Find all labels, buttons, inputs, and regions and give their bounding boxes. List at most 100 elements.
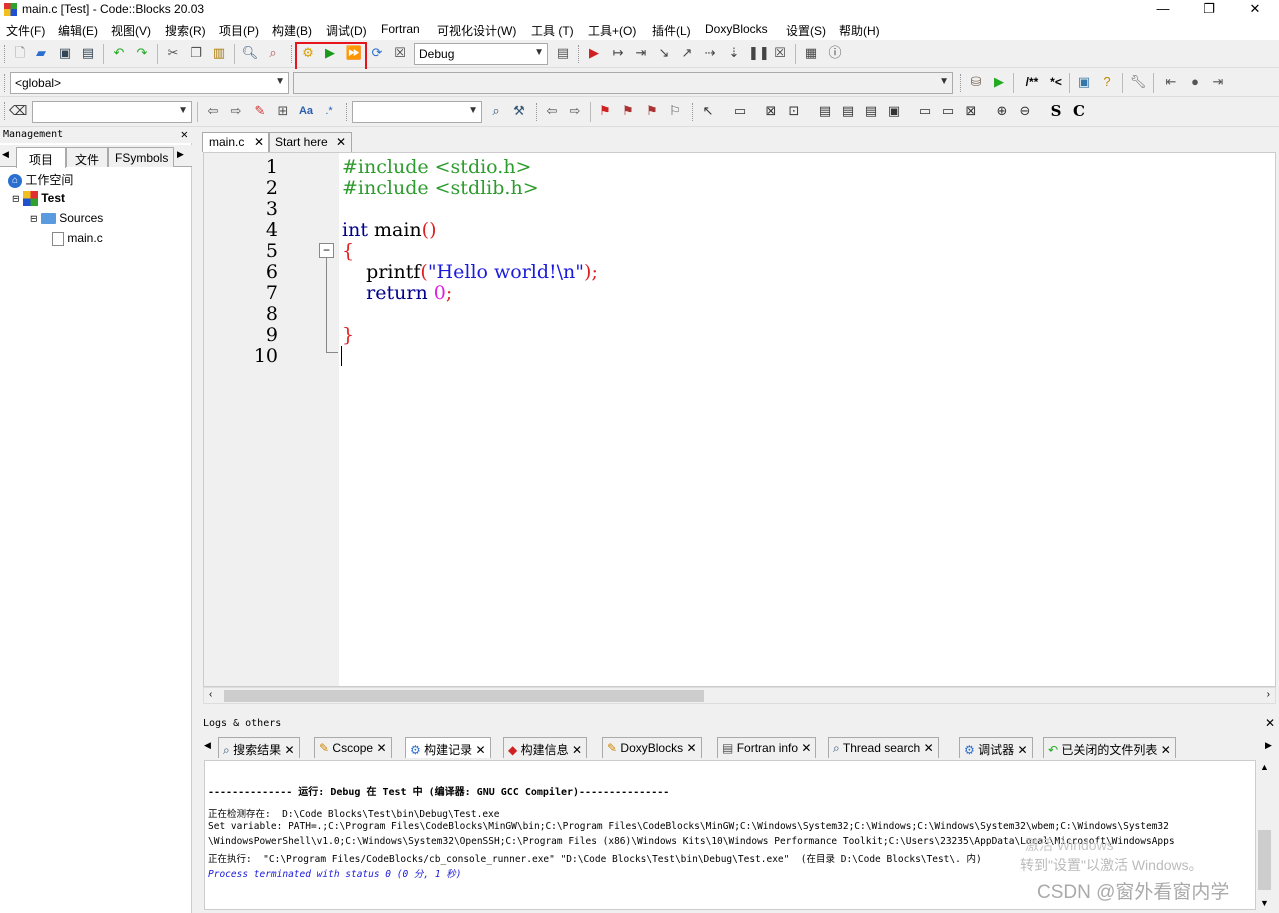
search-next-icon[interactable]: ⇨ (227, 102, 245, 120)
doxywizard-icon[interactable]: ⛁ (967, 73, 985, 91)
menu-settings[interactable]: 设置(S) (786, 22, 826, 39)
bookmark-toggle-icon[interactable]: ⚑ (596, 102, 614, 120)
abort-icon[interactable]: ☒ (391, 44, 409, 62)
menu-view[interactable]: 视图(V) (111, 22, 151, 39)
jump-back-icon[interactable]: ⇤ (1162, 73, 1180, 91)
close-icon[interactable]: ✕ (284, 743, 294, 757)
menu-doxyblocks[interactable]: DoxyBlocks (705, 22, 768, 36)
paste-icon[interactable]: ▥ (210, 44, 228, 62)
thread-search-options-icon[interactable]: ⚒ (510, 102, 528, 120)
scrollbar-thumb[interactable] (1258, 830, 1271, 890)
build-target-select[interactable]: Debug ▼ (414, 43, 548, 65)
close-icon[interactable]: ✕ (336, 135, 346, 149)
save-all-icon[interactable]: ▤ (79, 44, 97, 62)
step-into-instruction-icon[interactable]: ⇣ (725, 44, 743, 62)
run-html-icon[interactable]: ▣ (1075, 73, 1093, 91)
bookmark-clear-icon[interactable]: ⚐ (666, 102, 684, 120)
block-shape1-icon[interactable]: ▤ (816, 102, 834, 120)
jump-dot-icon[interactable]: ● (1186, 73, 1204, 91)
menu-search[interactable]: 搜索(R) (165, 22, 206, 39)
scrollbar-thumb[interactable] (224, 690, 704, 702)
next-line-icon[interactable]: ⇥ (632, 44, 650, 62)
jump-forward-icon[interactable]: ⇥ (1209, 73, 1227, 91)
tab-scroll-left-icon[interactable]: ◀ (2, 149, 9, 160)
block-shape3-icon[interactable]: ▤ (862, 102, 880, 120)
scroll-up-icon[interactable]: ▲ (1260, 762, 1269, 772)
scroll-down-icon[interactable]: ▼ (1260, 898, 1269, 908)
selected-text-only-icon[interactable]: ⊞ (274, 102, 292, 120)
close-icon[interactable]: ✕ (924, 741, 934, 755)
menu-tools-plus[interactable]: 工具+(O) (588, 22, 636, 39)
log-vertical-scrollbar[interactable]: ▲ ▼ (1256, 760, 1273, 910)
tab-debugger[interactable]: ⚙ 调试器 ✕ (959, 737, 1033, 758)
next-instruction-icon[interactable]: ⇢ (701, 44, 719, 62)
close-icon[interactable]: ✕ (801, 741, 811, 755)
tab-scroll-right-icon[interactable]: ▶ (177, 149, 184, 160)
tree-file-main[interactable]: main.c (52, 231, 103, 246)
menu-visual-design[interactable]: 可视化设计(W) (437, 22, 516, 39)
redo-icon[interactable]: ↷ (133, 44, 151, 62)
close-icon[interactable]: ✕ (1017, 743, 1027, 757)
minimize-button[interactable]: — (1140, 0, 1186, 20)
close-icon[interactable]: ✕ (572, 743, 582, 757)
save-icon[interactable]: ▣ (56, 44, 74, 62)
close-icon[interactable]: ✕ (181, 127, 188, 141)
close-button[interactable]: ✕ (1232, 0, 1278, 20)
tree-project[interactable]: ⊟ Test (12, 191, 65, 207)
collapse-icon[interactable]: ⊟ (30, 213, 38, 223)
editor-horizontal-scrollbar[interactable]: ‹ › (203, 687, 1276, 704)
fold-toggle-icon[interactable]: − (319, 243, 334, 258)
block-comment-button[interactable]: /** (1021, 73, 1043, 91)
tab-fortran-info[interactable]: ▤ Fortran info ✕ (717, 737, 817, 758)
menu-project[interactable]: 项目(P) (219, 22, 259, 39)
maximize-button[interactable]: ❐ (1186, 0, 1232, 20)
menu-build[interactable]: 构建(B) (272, 22, 312, 39)
tab-scroll-right-icon[interactable]: ▶ (1265, 740, 1272, 751)
highlight-icon[interactable]: ✎ (251, 102, 269, 120)
line-comment-button[interactable]: *< (1045, 73, 1067, 91)
flow-shape-icon[interactable]: ⊠ (762, 102, 780, 120)
wrench-icon[interactable]: 🔧︎ (1129, 73, 1147, 91)
bookmark-prev-icon[interactable]: ⚑ (619, 102, 637, 120)
scroll-left-icon[interactable]: ‹ (209, 689, 212, 700)
close-icon[interactable]: ✕ (1161, 743, 1171, 757)
tab-cscope[interactable]: ✎ Cscope ✕ (314, 737, 392, 758)
tab-build-log[interactable]: ⚙ 构建记录 ✕ (405, 737, 491, 758)
menu-debug[interactable]: 调试(D) (326, 22, 367, 39)
strip-s-button[interactable]: S (1047, 102, 1065, 120)
tab-scroll-left-icon[interactable]: ◀ (204, 740, 211, 751)
debug-start-icon[interactable]: ▶ (585, 44, 603, 62)
strip-c-button[interactable]: C (1070, 102, 1088, 120)
pointer-icon[interactable]: ↖ (699, 102, 717, 120)
copy-icon[interactable]: ❐ (187, 44, 205, 62)
debug-info-icon[interactable]: ⓘ (826, 44, 844, 62)
scroll-right-icon[interactable]: › (1267, 689, 1270, 700)
close-icon[interactable]: ✕ (376, 741, 386, 755)
pause-icon[interactable]: ❚❚ (748, 44, 770, 62)
tab-fsymbols[interactable]: FSymbols (108, 147, 174, 167)
tab-closed-files[interactable]: ↶ 已关闭的文件列表 ✕ (1043, 737, 1176, 758)
tab-main-c[interactable]: main.c ✕ (202, 132, 270, 152)
menu-help[interactable]: 帮助(H) (839, 22, 880, 39)
step-into-icon[interactable]: ↘ (655, 44, 673, 62)
match-case-icon[interactable]: Aa (297, 102, 315, 120)
zoom-out-icon[interactable]: ⊖ (1016, 102, 1034, 120)
flow-shape2-icon[interactable]: ⊡ (785, 102, 803, 120)
collapse-icon[interactable]: ⊟ (12, 193, 20, 203)
tab-doxyblocks[interactable]: ✎ DoxyBlocks ✕ (602, 737, 702, 758)
block-shape4-icon[interactable]: ▣ (885, 102, 903, 120)
tab-thread-search[interactable]: ⌕ Thread search ✕ (828, 737, 939, 758)
tab-files[interactable]: 文件 (66, 147, 108, 167)
close-icon[interactable]: ✕ (1265, 716, 1275, 730)
connector3-icon[interactable]: ⊠ (962, 102, 980, 120)
menu-file[interactable]: 文件(F) (6, 22, 45, 39)
menu-edit[interactable]: 编辑(E) (58, 22, 98, 39)
tree-folder-sources[interactable]: ⊟ Sources (30, 211, 103, 225)
zoom-in-icon[interactable]: ⊕ (993, 102, 1011, 120)
close-icon[interactable]: ✕ (254, 135, 264, 149)
thread-search-input[interactable]: ▼ (352, 101, 482, 123)
connector1-icon[interactable]: ▭ (916, 102, 934, 120)
incremental-search-icon[interactable]: ⌫ (9, 102, 27, 120)
debug-windows-icon[interactable]: ▦ (802, 44, 820, 62)
connector2-icon[interactable]: ▭ (939, 102, 957, 120)
